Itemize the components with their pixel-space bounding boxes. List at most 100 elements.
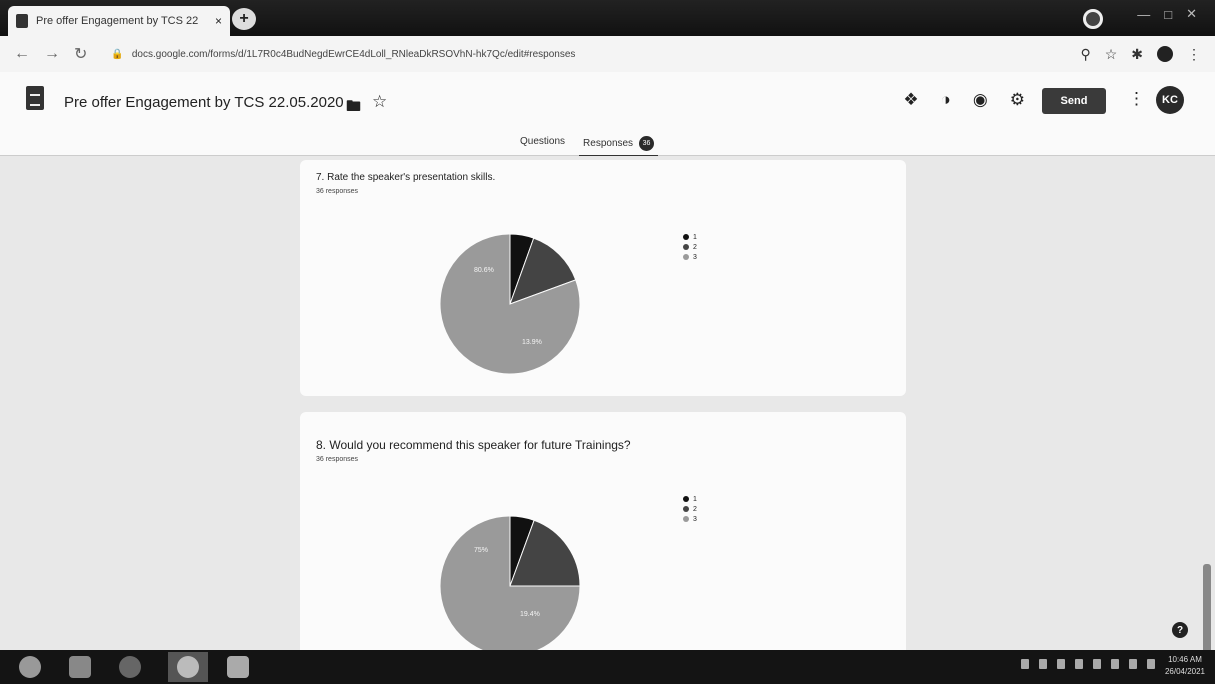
tray-icon[interactable] xyxy=(1111,659,1119,669)
extensions-pin-icon[interactable]: ✱ xyxy=(1131,46,1143,63)
wifi-icon[interactable] xyxy=(1129,659,1137,669)
taskbar-media-player[interactable] xyxy=(110,652,150,682)
bookmark-star-icon[interactable]: ☆ xyxy=(1105,46,1118,63)
forms-header: Pre offer Engagement by TCS 22.05.2020 🖿… xyxy=(0,72,1215,158)
windows-logo-icon xyxy=(19,656,41,678)
question-card: 8. Would you recommend this speaker for … xyxy=(300,412,906,650)
maximize-icon[interactable]: □ xyxy=(1164,7,1172,22)
tab-responses[interactable]: Responses 36 xyxy=(579,136,659,158)
avatar[interactable]: KC xyxy=(1156,86,1184,114)
back-icon[interactable]: ← xyxy=(14,45,30,63)
responses-count: 36 responses xyxy=(316,456,359,463)
url-text: docs.google.com/forms/d/1L7R0c4BudNegdEw… xyxy=(131,48,576,60)
legend-dot-icon xyxy=(683,244,689,250)
forward-icon[interactable]: → xyxy=(44,45,60,63)
reload-icon[interactable]: ↻ xyxy=(74,44,87,64)
browser-toolbar: ← → ↻ 🔒 docs.google.com/forms/d/1L7R0c4B… xyxy=(0,36,1215,72)
account-icon[interactable] xyxy=(1157,46,1173,62)
more-options-icon[interactable]: ⋮ xyxy=(1128,89,1145,109)
chart-legend: 1 2 3 xyxy=(683,494,697,524)
responses-count: 36 responses xyxy=(316,188,359,195)
media-player-icon xyxy=(119,656,141,678)
pie-label-small: 13.9% xyxy=(522,339,542,346)
legend-dot-icon xyxy=(683,506,689,512)
settings-gear-icon[interactable]: ⚙ xyxy=(1010,90,1025,110)
star-icon[interactable]: ☆ xyxy=(372,92,387,112)
legend-item: 3 xyxy=(683,514,697,524)
zoom-icon[interactable]: ⚲ xyxy=(1080,46,1090,63)
palette-icon[interactable]: ◑ xyxy=(941,90,951,110)
legend-label: 2 xyxy=(693,505,697,513)
page-scrollbar[interactable] xyxy=(1203,564,1211,650)
legend-label: 3 xyxy=(693,515,697,523)
send-button[interactable]: Send xyxy=(1042,88,1106,114)
browser-tab-strip: Pre offer Engagement by TCS 22 × + — □ ✕ xyxy=(0,0,1215,36)
tab-title: Pre offer Engagement by TCS 22 xyxy=(36,15,199,27)
pie-label-large: 75% xyxy=(474,547,488,554)
legend-dot-icon xyxy=(683,254,689,260)
screen: Pre offer Engagement by TCS 22 × + — □ ✕… xyxy=(0,0,1215,684)
address-bar[interactable]: 🔒 docs.google.com/forms/d/1L7R0c4BudNegd… xyxy=(101,42,1066,66)
tray-icon[interactable] xyxy=(1021,659,1029,669)
start-button[interactable] xyxy=(10,652,50,682)
clock-date: 26/04/2021 xyxy=(1164,667,1205,676)
preview-eye-icon[interactable]: ◉ xyxy=(973,90,988,110)
addon-puzzle-icon[interactable]: ❖ xyxy=(903,90,918,110)
legend-item: 2 xyxy=(683,242,697,252)
minimize-icon[interactable]: — xyxy=(1137,7,1150,22)
question-title: 8. Would you recommend this speaker for … xyxy=(316,438,631,452)
legend-item: 2 xyxy=(683,504,697,514)
legend-item: 1 xyxy=(683,232,697,242)
taskbar-chrome[interactable] xyxy=(168,652,208,682)
form-tabs: Questions Responses 36 xyxy=(520,136,659,158)
close-window-icon[interactable]: ✕ xyxy=(1186,6,1197,22)
new-tab-button[interactable]: + xyxy=(232,8,256,30)
legend-item: 3 xyxy=(683,252,697,262)
header-actions: ❖ ◑ ◉ ⚙ xyxy=(903,90,1025,110)
question-title: 7. Rate the speaker's presentation skill… xyxy=(316,172,496,183)
system-tray xyxy=(1021,659,1155,669)
taskbar-file-explorer[interactable] xyxy=(60,652,100,682)
taskbar-app[interactable] xyxy=(218,652,258,682)
tab-responses-label: Responses xyxy=(583,138,634,149)
legend-label: 1 xyxy=(693,495,697,503)
taskbar-clock[interactable]: 10:46 AM 26/04/2021 xyxy=(1165,654,1205,678)
pie-label-large: 80.6% xyxy=(474,267,494,274)
legend-dot-icon xyxy=(683,516,689,522)
chrome-icon xyxy=(177,656,199,678)
responses-count-badge: 36 xyxy=(639,136,655,151)
pie-chart: 80.6% 13.9% xyxy=(439,233,581,375)
tray-icon[interactable] xyxy=(1057,659,1065,669)
window-controls: — □ ✕ xyxy=(1137,6,1197,22)
close-tab-icon[interactable]: × xyxy=(215,14,222,28)
chart-legend: 1 2 3 xyxy=(683,232,697,262)
legend-label: 2 xyxy=(693,243,697,251)
browser-menu-icon[interactable]: ⋮ xyxy=(1187,46,1201,63)
tray-icon[interactable] xyxy=(1039,659,1047,669)
pie-label-small: 19.4% xyxy=(520,611,540,618)
taskbar: 10:46 AM 26/04/2021 xyxy=(0,650,1215,684)
question-card: 7. Rate the speaker's presentation skill… xyxy=(300,160,906,396)
help-icon[interactable]: ? xyxy=(1172,622,1188,638)
file-explorer-icon xyxy=(69,656,91,678)
tray-icon[interactable] xyxy=(1093,659,1101,669)
forms-favicon-icon xyxy=(16,14,28,28)
tray-icon[interactable] xyxy=(1075,659,1083,669)
forms-logo-icon[interactable] xyxy=(26,86,44,110)
clock-time: 10:46 AM xyxy=(1168,655,1202,664)
legend-item: 1 xyxy=(683,494,697,504)
profile-circle-icon[interactable] xyxy=(1083,9,1103,29)
tab-questions[interactable]: Questions xyxy=(520,136,565,151)
legend-label: 3 xyxy=(693,253,697,261)
responses-panel: 7. Rate the speaker's presentation skill… xyxy=(0,156,1215,650)
lock-icon: 🔒 xyxy=(111,48,124,60)
browser-tab[interactable]: Pre offer Engagement by TCS 22 × xyxy=(8,6,230,36)
pie-chart: 75% 19.4% xyxy=(439,515,581,650)
legend-dot-icon xyxy=(683,496,689,502)
volume-icon[interactable] xyxy=(1147,659,1155,669)
app-window-icon xyxy=(227,656,249,678)
folder-icon[interactable]: 🖿 xyxy=(346,96,361,121)
legend-dot-icon xyxy=(683,234,689,240)
form-title[interactable]: Pre offer Engagement by TCS 22.05.2020 xyxy=(64,94,344,111)
legend-label: 1 xyxy=(693,233,697,241)
